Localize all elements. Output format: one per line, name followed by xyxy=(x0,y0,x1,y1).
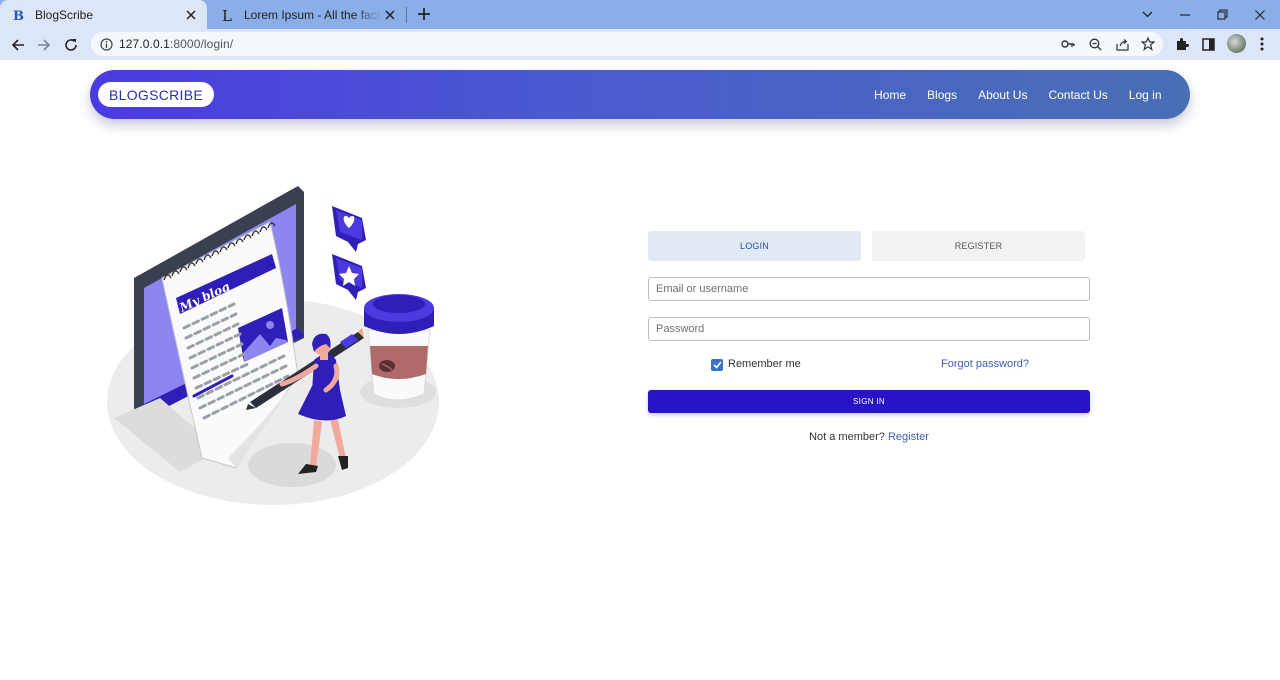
blogscribe-favicon-icon: B xyxy=(10,7,26,23)
remember-me-checkbox[interactable] xyxy=(711,359,723,371)
site-info-icon[interactable] xyxy=(98,36,114,52)
site-navbar: BLOGSCRIBE Home Blogs About Us Contact U… xyxy=(90,70,1190,119)
coffee-cup-icon xyxy=(360,294,436,408)
nav-about-us[interactable]: About Us xyxy=(968,88,1038,102)
minimize-icon[interactable] xyxy=(1166,0,1204,29)
browser-tab-lipsum[interactable]: L Lorem Ipsum - All the facts - Lipsum xyxy=(209,0,406,29)
not-member-text: Not a member? Register xyxy=(648,431,1090,443)
nav-links: Home Blogs About Us Contact Us Log in xyxy=(864,70,1172,119)
tab-register[interactable]: REGISTER xyxy=(872,231,1085,261)
nav-home[interactable]: Home xyxy=(864,88,917,102)
bookmark-star-icon[interactable] xyxy=(1139,35,1157,53)
reload-icon[interactable] xyxy=(59,33,83,57)
svg-text:L: L xyxy=(222,8,232,22)
browser-tab-title: BlogScribe xyxy=(35,7,94,22)
browser-menu-icon[interactable] xyxy=(1252,34,1272,54)
close-window-icon[interactable] xyxy=(1241,0,1279,29)
extensions-puzzle-icon[interactable] xyxy=(1172,34,1192,54)
close-tab-icon[interactable] xyxy=(183,7,199,23)
brand-logo[interactable]: BLOGSCRIBE xyxy=(98,82,215,107)
password-key-icon[interactable] xyxy=(1059,35,1077,53)
heart-bubble-icon xyxy=(332,206,366,252)
not-member-label: Not a member? xyxy=(809,431,885,443)
close-tab-icon[interactable] xyxy=(382,7,398,23)
browser-tab-bar: B BlogScribe L Lorem Ipsum - All the fac… xyxy=(0,0,1280,29)
restore-icon[interactable] xyxy=(1203,0,1241,29)
forgot-password-link[interactable]: Forgot password? xyxy=(941,358,1029,370)
email-field[interactable]: Email or username xyxy=(648,277,1090,301)
blogging-illustration: My blog xyxy=(107,186,439,505)
browser-tab-title: Lorem Ipsum - All the facts - Lipsum xyxy=(244,7,382,22)
password-field[interactable]: Password xyxy=(648,317,1090,341)
tab-separator xyxy=(406,7,407,23)
checkmark-icon xyxy=(712,361,722,369)
share-icon[interactable] xyxy=(1113,35,1131,53)
nav-blogs[interactable]: Blogs xyxy=(917,88,968,102)
register-link[interactable]: Register xyxy=(888,431,929,443)
tab-login[interactable]: LOGIN xyxy=(648,231,861,261)
back-icon[interactable] xyxy=(6,33,30,57)
star-bubble-icon xyxy=(332,254,366,300)
remember-me-label[interactable]: Remember me xyxy=(728,358,801,370)
lipsum-favicon-icon: L xyxy=(219,7,235,23)
tab-search-icon[interactable] xyxy=(1128,0,1166,29)
side-panel-icon[interactable] xyxy=(1198,34,1218,54)
nav-contact-us[interactable]: Contact Us xyxy=(1038,88,1118,102)
browser-tab-blogscribe[interactable]: B BlogScribe xyxy=(0,0,207,29)
forward-icon[interactable] xyxy=(32,33,56,57)
zoom-icon[interactable] xyxy=(1086,35,1104,53)
new-tab-icon[interactable] xyxy=(414,4,434,24)
address-url: 127.0.0.1:8000/login/ xyxy=(119,37,234,51)
svg-text:B: B xyxy=(13,9,24,22)
browser-toolbar: 127.0.0.1:8000/login/ xyxy=(0,29,1280,60)
nav-log-in[interactable]: Log in xyxy=(1118,88,1172,102)
sign-in-button[interactable]: SIGN IN xyxy=(648,390,1090,413)
address-bar[interactable]: 127.0.0.1:8000/login/ xyxy=(91,32,1163,56)
profile-avatar[interactable] xyxy=(1227,34,1246,53)
